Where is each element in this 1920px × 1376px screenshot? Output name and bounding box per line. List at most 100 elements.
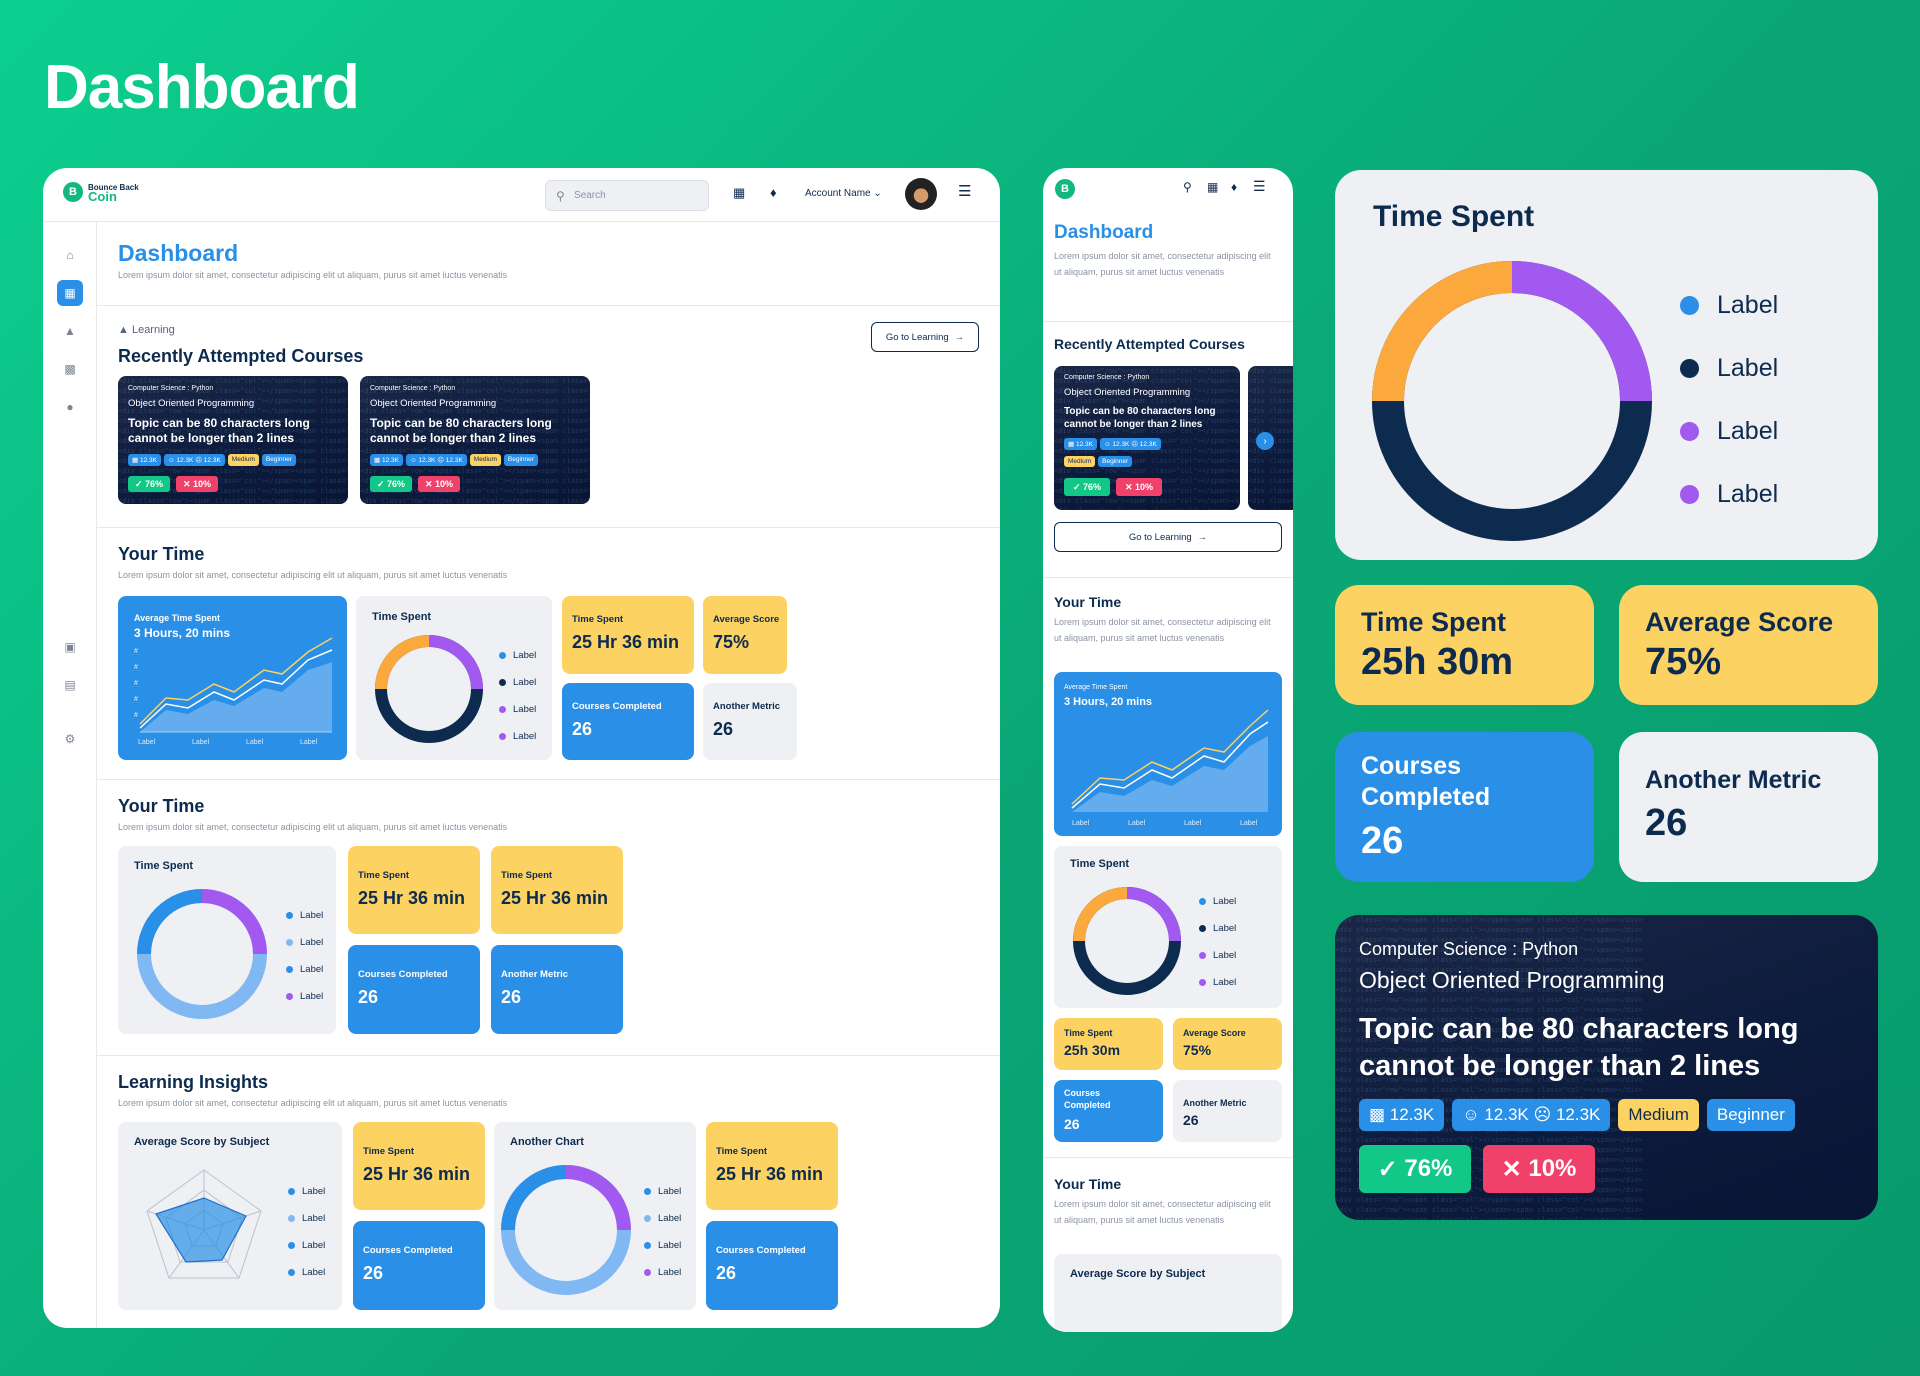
go-to-learning-button[interactable]: Go to Learning → bbox=[871, 322, 979, 352]
donut-chart bbox=[1372, 261, 1652, 541]
account-menu[interactable]: Account Name ⌄ bbox=[805, 188, 882, 199]
metric-label: Completed bbox=[1064, 1100, 1111, 1110]
likes-count: 12.3K bbox=[418, 457, 436, 464]
x-tick: Label bbox=[1128, 820, 1146, 827]
difficulty-badge: Medium bbox=[469, 454, 501, 466]
another-chart-title: Another Chart bbox=[510, 1136, 584, 1148]
donut-legend: Label Label Label Label bbox=[1680, 274, 1778, 526]
metric-value: 26 bbox=[716, 1263, 737, 1283]
comments-count: 12.3K bbox=[1075, 441, 1093, 448]
learning-insights-title: Learning Insights bbox=[118, 1072, 269, 1092]
search-icon[interactable]: ⚲ bbox=[1183, 180, 1192, 194]
course-name: Object Oriented Programming bbox=[1064, 387, 1191, 398]
correct-value: 76% bbox=[1083, 482, 1102, 492]
comments-count: 12.3K bbox=[139, 457, 157, 464]
donut-legend: Label Label Label Label bbox=[499, 642, 536, 750]
courses-completed-metric: Courses Completed 26 bbox=[348, 945, 480, 1034]
likes-badge: ☺ 12.3K ☹ 12.3K bbox=[163, 454, 225, 466]
legend-label: Label bbox=[658, 1240, 682, 1251]
course-card[interactable]: <div class="row"><span class="col"></spa… bbox=[1054, 366, 1240, 510]
recent-courses-section: ▲ Learning Recently Attempted Courses Go… bbox=[97, 306, 1000, 528]
donut-chart bbox=[137, 889, 267, 1019]
course-chips: ▩ 12.3K ☺ 12.3K ☹ 12.3K bbox=[1064, 438, 1161, 450]
legend-item: Label bbox=[1680, 400, 1778, 463]
chat-icon[interactable]: ▦ bbox=[1207, 180, 1218, 194]
logo[interactable]: B Bounce Back Coin bbox=[63, 182, 139, 203]
avg-score-metric-large: Average Score 75% bbox=[1619, 585, 1878, 705]
time-spent-title: Time Spent bbox=[1070, 858, 1130, 870]
course-chips: ▩ 12.3K ☺ 12.3K ☹ 12.3K Medium Beginner bbox=[1359, 1099, 1795, 1131]
metric-value: 26 bbox=[1645, 802, 1688, 844]
mobile-header: Dashboard Lorem ipsum dolor sit amet, co… bbox=[1043, 208, 1293, 322]
course-name: Object Oriented Programming bbox=[1359, 967, 1665, 993]
check-icon: ✓ bbox=[1072, 481, 1081, 492]
home-icon[interactable]: ⌂ bbox=[57, 242, 83, 268]
close-icon: ✕ bbox=[424, 478, 433, 489]
smile-icon: ☺ bbox=[1462, 1105, 1480, 1124]
menu-icon[interactable]: ☰ bbox=[1253, 178, 1266, 195]
legend-item: Label bbox=[288, 1205, 325, 1232]
carousel-next-button[interactable]: › bbox=[1256, 432, 1274, 450]
chat-icon[interactable]: ▦ bbox=[733, 185, 745, 201]
your-time-title: Your Time bbox=[118, 796, 205, 816]
wrong-badge: ✕ 10% bbox=[176, 476, 218, 492]
check-icon: ✓ bbox=[1377, 1155, 1398, 1183]
main-content: Dashboard Lorem ipsum dolor sit amet, co… bbox=[97, 222, 1000, 1328]
gamepad-icon[interactable]: ● bbox=[57, 394, 83, 420]
legend-item: Label bbox=[499, 696, 536, 723]
legend-item: Label bbox=[286, 956, 323, 983]
another-metric: Another Metric 26 bbox=[491, 945, 623, 1034]
metric-value: 26 bbox=[1183, 1112, 1199, 1128]
avatar[interactable] bbox=[905, 178, 937, 210]
correct-badge: ✓ 76% bbox=[128, 476, 170, 492]
course-chips: ▩ 12.3K ☺ 12.3K ☹ 12.3K Medium Beginner bbox=[370, 454, 538, 466]
time-spent-title: Time Spent bbox=[134, 860, 194, 872]
graduation-cap-icon[interactable]: ▲ bbox=[57, 318, 83, 344]
your-time-title: Your Time bbox=[118, 544, 205, 564]
legend-item: Label bbox=[499, 669, 536, 696]
legend-label: Label bbox=[300, 937, 324, 948]
bell-icon[interactable]: ♦ bbox=[1231, 180, 1237, 194]
search-input[interactable]: ⚲ Search bbox=[545, 180, 709, 211]
time-spent-card: Time Spent Label Label Label Label bbox=[356, 596, 552, 760]
dashboard-icon[interactable]: ▦ bbox=[57, 280, 83, 306]
radar-title: Average Score by Subject bbox=[1070, 1268, 1206, 1280]
mobile-recent-courses: Recently Attempted Courses <div class="r… bbox=[1043, 322, 1293, 578]
another-metric-large: Another Metric 26 bbox=[1619, 732, 1878, 882]
level-badge: Beginner bbox=[1706, 1099, 1795, 1131]
metric-value: 25 Hr 36 min bbox=[572, 632, 680, 652]
menu-icon[interactable]: ☰ bbox=[958, 182, 971, 200]
metric-label: Time Spent bbox=[1361, 607, 1507, 637]
course-card-large[interactable]: <div class="row"><span class="col"></spa… bbox=[1335, 915, 1878, 1220]
go-to-learning-button[interactable]: Go to Learning → bbox=[1054, 522, 1282, 552]
go-to-learning-label: Go to Learning bbox=[885, 331, 949, 343]
course-card[interactable]: <div class="row"><span class="col"></spa… bbox=[118, 376, 348, 504]
logo-icon[interactable]: B bbox=[1055, 179, 1075, 199]
donut-chart bbox=[501, 1165, 631, 1295]
legend-item: Label bbox=[1680, 274, 1778, 337]
legend-item: Label bbox=[644, 1259, 681, 1286]
gear-icon[interactable]: ⚙ bbox=[57, 726, 83, 752]
likes-badge: ☺ 12.3K ☹ 12.3K bbox=[1452, 1099, 1611, 1131]
difficulty-badge: Medium bbox=[227, 454, 259, 466]
account-name: Account Name bbox=[805, 188, 871, 199]
legend-label: Label bbox=[1717, 417, 1779, 445]
wallet-icon[interactable]: ▣ bbox=[57, 634, 83, 660]
likes-badge: ☺ 12.3K ☹ 12.3K bbox=[1099, 438, 1161, 450]
legend-label: Label bbox=[300, 910, 324, 921]
legend-item: Label bbox=[499, 642, 536, 669]
legend-item: Label bbox=[286, 929, 323, 956]
metric-value: 75% bbox=[713, 632, 750, 652]
message-icon[interactable]: ▩ bbox=[57, 356, 83, 382]
x-tick: Label bbox=[1240, 820, 1258, 827]
dislikes-count: 12.3K bbox=[203, 457, 221, 464]
time-spent-metric: Time Spent 25 Hr 36 min bbox=[562, 596, 694, 674]
legend-label: Label bbox=[1213, 896, 1237, 907]
course-card[interactable]: <div class="row"><span class="col"></spa… bbox=[360, 376, 590, 504]
bar-chart-icon[interactable]: ▤ bbox=[57, 672, 83, 698]
bell-icon[interactable]: ♦ bbox=[770, 185, 777, 200]
mobile-topbar: B ⚲ ▦ ♦ ☰ bbox=[1043, 168, 1293, 208]
legend-item: Label bbox=[286, 983, 323, 1010]
time-spent-metric-large: Time Spent 25h 30m bbox=[1335, 585, 1594, 705]
correct-badge: ✓ 76% bbox=[1359, 1145, 1471, 1193]
